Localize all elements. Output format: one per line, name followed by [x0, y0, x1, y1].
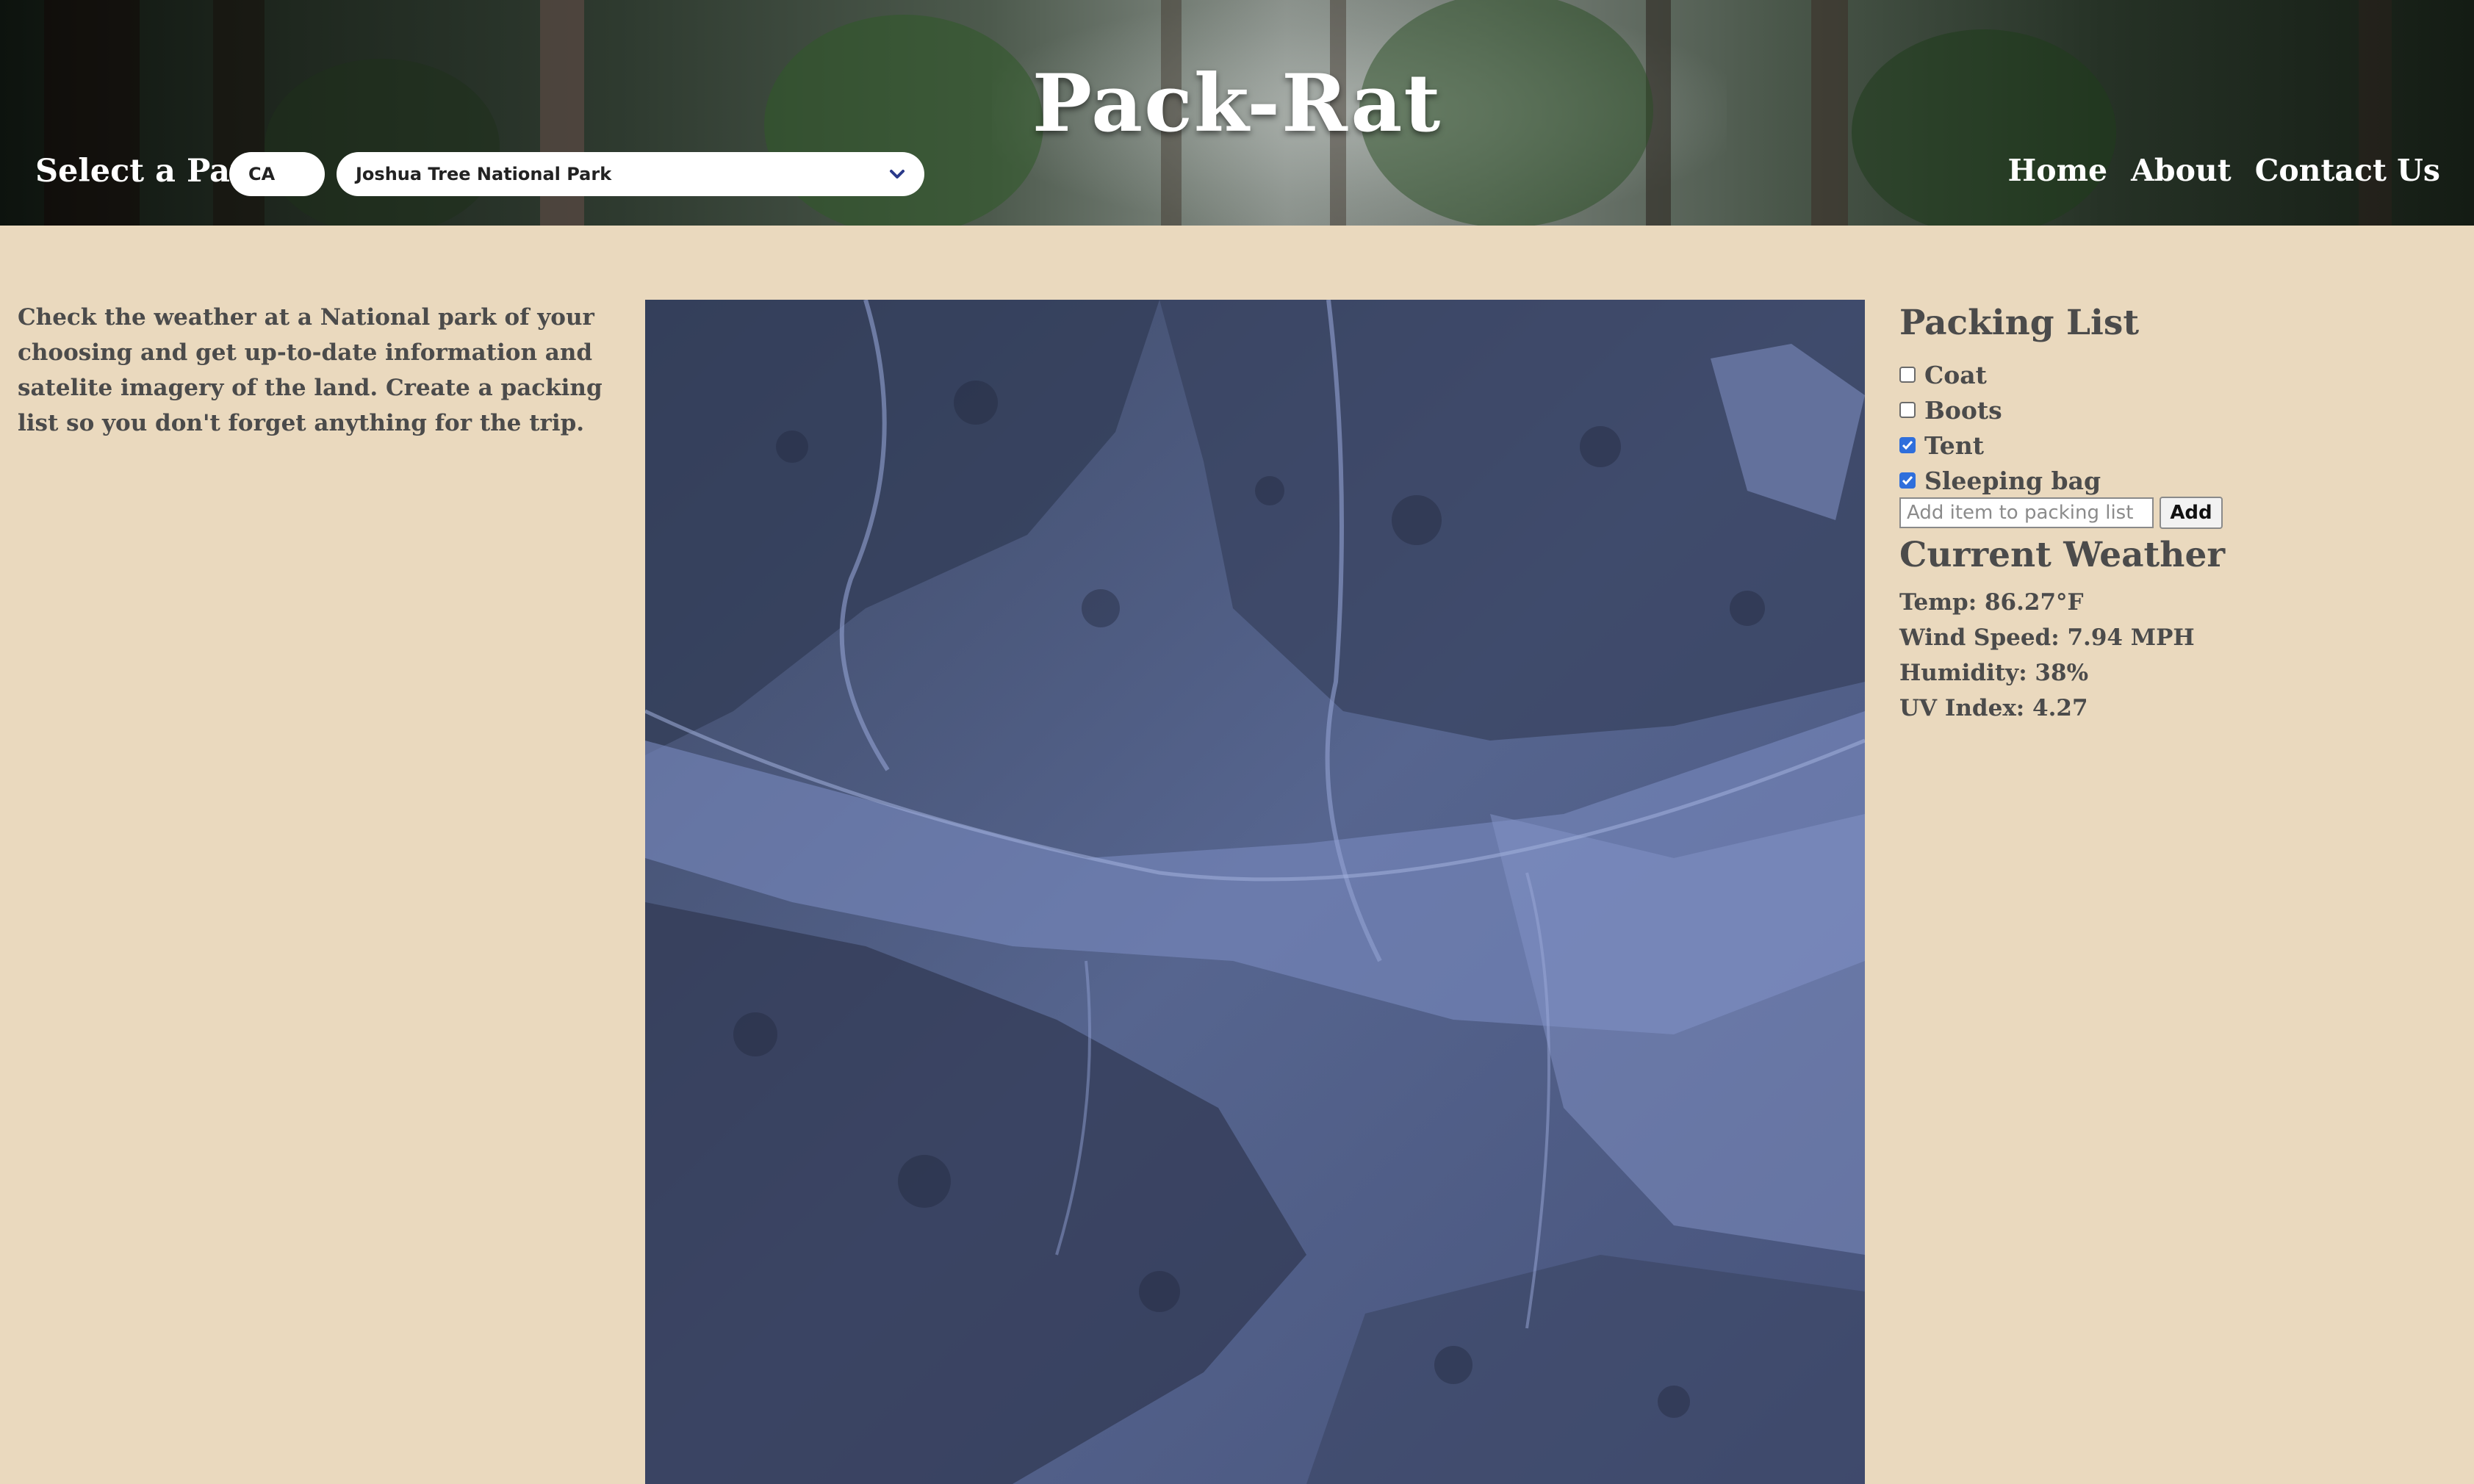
list-item-label: Coat: [1924, 360, 1987, 389]
satellite-terrain: [645, 300, 1865, 1484]
checkbox[interactable]: [1899, 367, 1916, 383]
weather-list: Temp: 86.27°F Wind Speed: 7.94 MPH Humid…: [1899, 585, 2195, 726]
add-item-input[interactable]: Add item to packing list: [1899, 497, 2154, 528]
header-banner: Pack-Rat Select a Park CA Joshua Tree Na…: [0, 0, 2474, 226]
current-weather-title: Current Weather: [1899, 535, 2226, 575]
app-title: Pack-Rat: [1032, 57, 1442, 150]
add-item-row: Add item to packing list Add: [1899, 497, 2223, 529]
packing-list-title: Packing List: [1899, 303, 2140, 343]
list-item[interactable]: Tent: [1899, 428, 2101, 463]
park-select[interactable]: Joshua Tree National Park: [337, 152, 924, 196]
nav-about[interactable]: About: [2131, 153, 2232, 188]
check-icon: [1902, 441, 1913, 450]
weather-wind: Wind Speed: 7.94 MPH: [1899, 624, 2195, 651]
list-item-label: Tent: [1924, 431, 1985, 460]
add-button[interactable]: Add: [2160, 497, 2223, 529]
check-icon: [1902, 476, 1913, 486]
main-nav: Home About Contact Us: [2008, 153, 2440, 188]
park-select-value: Joshua Tree National Park: [356, 164, 612, 184]
checkbox[interactable]: [1899, 402, 1916, 418]
list-item[interactable]: Coat: [1899, 357, 2101, 392]
packing-list: Coat Boots Tent Sleeping bag: [1899, 357, 2101, 498]
checkbox-checked[interactable]: [1899, 472, 1916, 489]
list-item[interactable]: Sleeping bag: [1899, 463, 2101, 498]
nav-home[interactable]: Home: [2008, 153, 2108, 188]
intro-text: Check the weather at a National park of …: [18, 304, 603, 436]
satellite-image: [645, 300, 1865, 1484]
nav-contact-us[interactable]: Contact Us: [2255, 153, 2440, 188]
list-item-label: Boots: [1924, 395, 2002, 425]
checkbox-checked[interactable]: [1899, 437, 1916, 453]
chevron-down-icon: [886, 152, 908, 196]
weather-uv: UV Index: 4.27: [1899, 695, 2088, 721]
state-input[interactable]: CA: [229, 152, 325, 196]
weather-temp: Temp: 86.27°F: [1899, 589, 2084, 616]
weather-humidity: Humidity: 38%: [1899, 660, 2089, 686]
list-item[interactable]: Boots: [1899, 392, 2101, 428]
list-item-label: Sleeping bag: [1924, 466, 2101, 495]
